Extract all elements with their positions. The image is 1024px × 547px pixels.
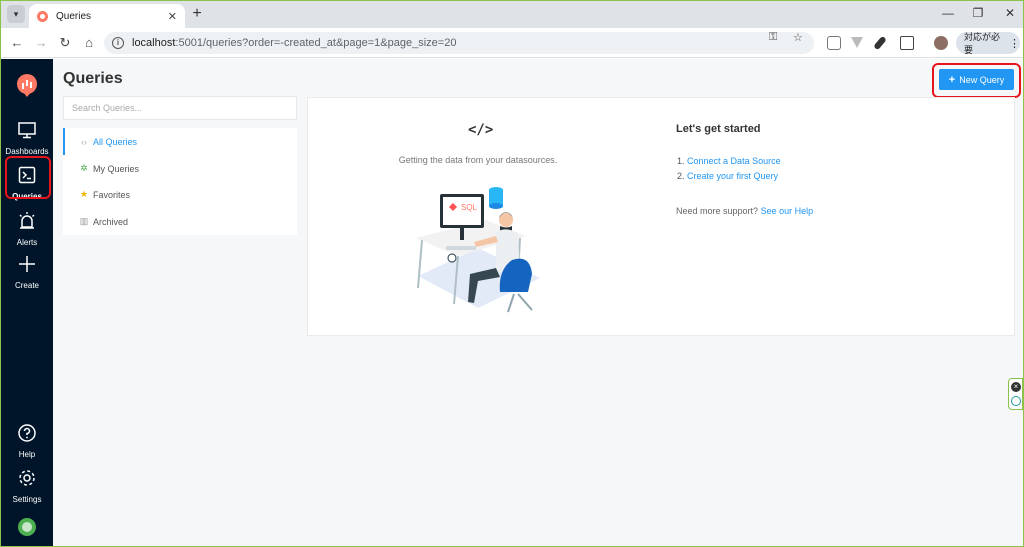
help-circle-icon bbox=[18, 424, 36, 442]
new-query-label: New Query bbox=[959, 74, 1005, 85]
filter-label: My Queries bbox=[93, 163, 140, 174]
restore-button[interactable]: ❐ bbox=[971, 7, 985, 19]
app-area: Dashboards Queries Alerts Create Help Se… bbox=[1, 59, 1023, 546]
nav-item-create[interactable]: Create bbox=[1, 254, 53, 291]
code-brackets-icon: </> bbox=[468, 122, 494, 138]
minimize-button[interactable]: — bbox=[941, 7, 955, 19]
getting-started-steps: 1. Connect a Data Source 2. Create your … bbox=[677, 154, 781, 184]
connect-data-source-link[interactable]: Connect a Data Source bbox=[687, 156, 781, 166]
new-query-button[interactable]: + New Query bbox=[939, 69, 1014, 90]
tab-strip: ▾ Queries ✕ + — ❐ ✕ bbox=[1, 1, 1023, 28]
tab-search-button[interactable]: ▾ bbox=[7, 5, 25, 23]
url-host: localhost bbox=[132, 37, 176, 49]
window-close-button[interactable]: ✕ bbox=[1003, 7, 1017, 19]
profile-chip-label: 対応が必要 bbox=[964, 32, 1001, 55]
empty-state-card: </> Getting the data from your datasourc… bbox=[307, 97, 1015, 336]
lets-get-started-heading: Let's get started bbox=[676, 123, 761, 135]
alarm-bell-icon bbox=[19, 212, 35, 229]
empty-state-description: Getting the data from your datasources. bbox=[398, 155, 558, 165]
user-avatar[interactable] bbox=[18, 518, 36, 536]
step-number: 1. bbox=[677, 156, 685, 166]
tab-close-icon[interactable]: ✕ bbox=[168, 10, 177, 23]
forward-arrow-icon[interactable]: → bbox=[33, 35, 49, 51]
password-key-icon[interactable]: ⚿ bbox=[769, 31, 777, 44]
step-number: 2. bbox=[677, 171, 685, 181]
kebab-menu-icon[interactable]: ⋮ bbox=[1009, 37, 1020, 50]
left-navigation: Dashboards Queries Alerts Create Help Se… bbox=[1, 59, 53, 546]
search-queries-box bbox=[63, 96, 297, 120]
sql-text: SQL bbox=[461, 203, 478, 212]
plus-icon bbox=[19, 256, 35, 272]
bookmark-star-icon[interactable]: ☆ bbox=[793, 31, 803, 44]
user-icon: ✲ bbox=[80, 163, 88, 173]
archive-icon: ▥ bbox=[79, 216, 89, 226]
filter-item-favorites[interactable]: ★ Favorites bbox=[63, 181, 297, 208]
page-title: Queries bbox=[63, 70, 123, 87]
site-info-icon[interactable]: i bbox=[112, 37, 124, 49]
nav-label-settings: Settings bbox=[12, 495, 42, 504]
filter-label: Favorites bbox=[93, 189, 131, 200]
gear-icon bbox=[19, 470, 35, 486]
profile-chip[interactable]: 対応が必要 ⋮ bbox=[956, 32, 1020, 55]
close-circle-icon[interactable]: × bbox=[1011, 382, 1021, 392]
side-widget[interactable]: × bbox=[1008, 378, 1023, 410]
widget-circle-icon[interactable] bbox=[1011, 396, 1021, 406]
create-first-query-link[interactable]: Create your first Query bbox=[687, 171, 778, 181]
browser-toolbar: ← → ↻ ⌂ i localhost:5001/queries?order=-… bbox=[1, 28, 1023, 58]
query-filter-list: ‹› All Queries ✲ My Queries ★ Favorites … bbox=[63, 128, 297, 235]
extension-box-icon[interactable] bbox=[827, 36, 841, 50]
nav-label-alerts: Alerts bbox=[16, 238, 38, 247]
profile-avatar-icon[interactable] bbox=[934, 36, 948, 50]
nav-label-help: Help bbox=[18, 450, 36, 459]
filter-label: Archived bbox=[93, 216, 129, 227]
nav-item-help[interactable]: Help bbox=[1, 423, 53, 460]
step-item: 2. Create your first Query bbox=[677, 169, 781, 184]
redash-logo-icon[interactable] bbox=[17, 74, 37, 97]
filter-item-all-queries[interactable]: ‹› All Queries bbox=[63, 128, 297, 155]
developer-illustration: SQL bbox=[416, 187, 540, 313]
nav-item-settings[interactable]: Settings bbox=[1, 468, 53, 505]
nav-item-alerts[interactable]: Alerts bbox=[1, 211, 53, 248]
search-queries-input[interactable] bbox=[64, 97, 296, 119]
filter-item-archived[interactable]: ▥ Archived bbox=[63, 208, 297, 235]
support-prompt: Need more support? bbox=[676, 206, 759, 216]
monitor-icon bbox=[18, 122, 36, 139]
reload-icon[interactable]: ↻ bbox=[57, 35, 73, 51]
nav-label-dashboards: Dashboards bbox=[5, 147, 49, 156]
extension-v-icon[interactable] bbox=[851, 37, 863, 48]
step-item: 1. Connect a Data Source bbox=[677, 154, 781, 169]
redash-favicon-icon bbox=[37, 10, 48, 22]
extensions-puzzle-icon[interactable] bbox=[900, 36, 914, 50]
browser-tab[interactable]: Queries ✕ bbox=[29, 4, 185, 28]
tab-title: Queries bbox=[56, 10, 92, 22]
home-icon[interactable]: ⌂ bbox=[81, 35, 97, 51]
new-tab-button[interactable]: + bbox=[189, 6, 205, 22]
url-path: :5001/queries?order=-created_at&page=1&p… bbox=[175, 37, 457, 49]
filter-label: All Queries bbox=[93, 136, 138, 147]
star-icon: ★ bbox=[79, 189, 89, 199]
nav-label-create: Create bbox=[14, 281, 39, 290]
filter-item-my-queries[interactable]: ✲ My Queries bbox=[63, 155, 297, 182]
eyedropper-icon[interactable] bbox=[873, 35, 887, 51]
see-our-help-link[interactable]: See our Help bbox=[761, 206, 814, 216]
plus-icon: + bbox=[948, 73, 956, 86]
code-icon: ‹› bbox=[81, 136, 87, 147]
highlight-box-queries bbox=[5, 156, 51, 199]
nav-item-dashboards[interactable]: Dashboards bbox=[1, 120, 53, 157]
support-text: Need more support? See our Help bbox=[676, 206, 813, 216]
address-bar[interactable]: i localhost:5001/queries?order=-created_… bbox=[104, 32, 814, 54]
back-arrow-icon[interactable]: ← bbox=[9, 35, 25, 51]
